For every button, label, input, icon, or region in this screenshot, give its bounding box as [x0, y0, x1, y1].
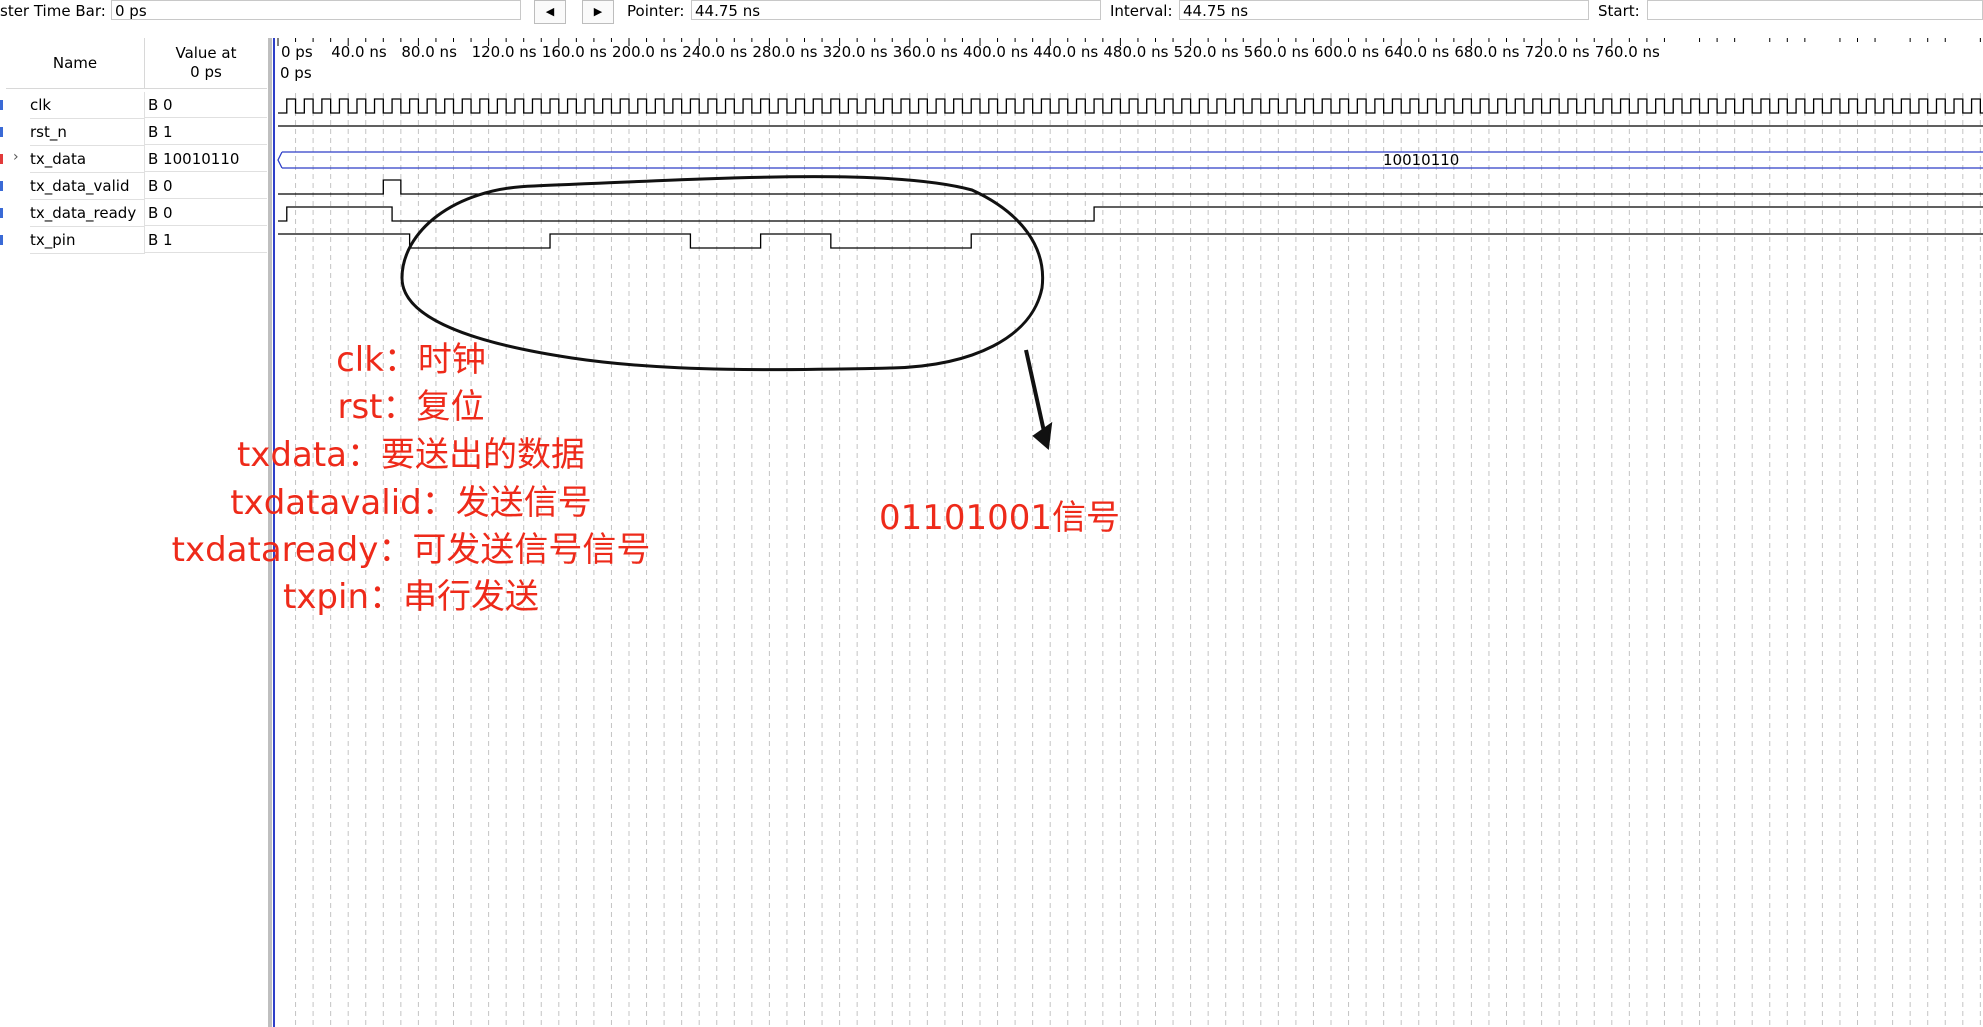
- interval-field[interactable]: 44.75 ns: [1179, 0, 1589, 20]
- signal-value: B 0: [145, 200, 267, 226]
- annotation-arrow-shaft: [1024, 349, 1047, 437]
- signal-name[interactable]: tx_data_ready: [30, 200, 145, 227]
- signal-row-tx-data-valid[interactable]: tx_data_valid B 0: [0, 173, 270, 200]
- start-field[interactable]: [1647, 0, 1983, 20]
- timeline-tick-label: 320.0 ns: [823, 43, 888, 61]
- timeline-tick-label: 40.0 ns: [331, 43, 387, 61]
- timeline-tick-label: 80.0 ns: [401, 43, 457, 61]
- signal-description-annotation: txdataready：可发送信号信号: [171, 530, 651, 570]
- timeline-tick-label: 400.0 ns: [963, 43, 1028, 61]
- start-label: Start:: [1598, 2, 1640, 20]
- signal-description-annotation: txdatavalid：发送信号: [230, 483, 592, 523]
- timeline-tick-label: 200.0 ns: [612, 43, 677, 61]
- interval-label: Interval:: [1110, 2, 1173, 20]
- timeline-tick-label: 680.0 ns: [1454, 43, 1519, 61]
- signal-value: B 0: [145, 173, 267, 199]
- timeline-tick-label: 0 ps: [281, 43, 313, 61]
- signal-row-tx-data[interactable]: › tx_data B 10010110: [0, 146, 270, 173]
- pointer-field[interactable]: 44.75 ns: [691, 0, 1101, 20]
- signal-value: B 1: [145, 119, 267, 145]
- timeline-tick-label: 440.0 ns: [1033, 43, 1098, 61]
- signal-value: B 1: [145, 227, 267, 253]
- timeline-tick-label: 760.0 ns: [1595, 43, 1660, 61]
- timeline-tick-label: 280.0 ns: [752, 43, 817, 61]
- signal-value: B 0: [145, 92, 267, 118]
- timeline-tick-label: 360.0 ns: [893, 43, 958, 61]
- timeline-tick-label: 600.0 ns: [1314, 43, 1379, 61]
- bits-annotation-label: 01101001信号: [879, 498, 1121, 538]
- master-time-bar-label: ster Time Bar:: [0, 2, 106, 20]
- signal-name[interactable]: tx_data: [30, 146, 145, 173]
- signal-description-annotation: txpin：串行发送: [282, 577, 540, 617]
- timeline-tick-label: 480.0 ns: [1103, 43, 1168, 61]
- clk-waveform: [278, 98, 1983, 114]
- signal-row-tx-data-ready[interactable]: tx_data_ready B 0: [0, 200, 270, 227]
- time-toolbar: ster Time Bar: 0 ps ◀ ▶ Pointer: 44.75 n…: [0, 0, 1983, 24]
- circled-bits-annotation: [400, 175, 1045, 372]
- signal-row-rst-n[interactable]: rst_n B 1: [0, 119, 270, 146]
- signal-name[interactable]: rst_n: [30, 119, 145, 146]
- signal-type-marker: [0, 208, 3, 218]
- signal-name[interactable]: tx_data_valid: [30, 173, 145, 200]
- timeline-tick-label: 160.0 ns: [542, 43, 607, 61]
- timeline-tick-label: 520.0 ns: [1174, 43, 1239, 61]
- triangle-left-icon: ◀: [545, 5, 555, 18]
- timeline-tick-label: 720.0 ns: [1525, 43, 1590, 61]
- expand-chevron-icon[interactable]: ›: [13, 149, 19, 165]
- timeline-tick-label: 120.0 ns: [472, 43, 537, 61]
- signal-description-annotation: txdata：要送出的数据: [236, 435, 586, 475]
- timeline-tick-label: 560.0 ns: [1244, 43, 1309, 61]
- master-time-bar-field[interactable]: 0 ps: [111, 0, 521, 20]
- signal-row-tx-pin[interactable]: tx_pin B 1: [0, 227, 270, 254]
- signal-type-marker: [0, 127, 3, 137]
- signal-type-marker: [0, 181, 3, 191]
- signal-value: B 10010110: [145, 146, 267, 172]
- next-transition-button[interactable]: ▶: [582, 0, 614, 24]
- tx-data-bus-value: 10010110: [1383, 151, 1459, 169]
- tx-pin-waveform: [278, 233, 1983, 249]
- signal-name[interactable]: clk: [30, 92, 145, 119]
- cursor-time-label: 0 ps: [280, 64, 312, 82]
- timeline-tick-label: 640.0 ns: [1384, 43, 1449, 61]
- signal-name[interactable]: tx_pin: [30, 227, 145, 254]
- signal-description-annotation: clk：时钟: [336, 340, 486, 380]
- value-column-header[interactable]: Value at 0 ps: [145, 38, 267, 89]
- triangle-right-icon: ▶: [593, 5, 603, 18]
- tx-data-bus-waveform: [277, 151, 1983, 169]
- signal-type-marker: [0, 154, 3, 164]
- signal-row-clk[interactable]: clk B 0: [0, 92, 270, 119]
- previous-transition-button[interactable]: ◀: [534, 0, 566, 24]
- timeline-tick-label: 240.0 ns: [682, 43, 747, 61]
- pointer-label: Pointer:: [627, 2, 685, 20]
- tx-data-ready-waveform: [278, 206, 1983, 222]
- signal-description-annotation: rst：复位: [337, 387, 485, 427]
- signal-type-marker: [0, 235, 3, 245]
- signal-type-marker: [0, 100, 3, 110]
- name-column-header[interactable]: Name: [6, 38, 145, 89]
